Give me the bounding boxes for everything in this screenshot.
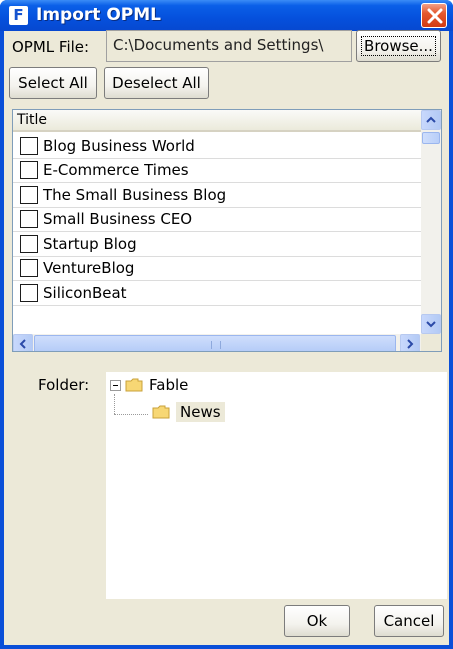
select-all-button[interactable]: Select All	[9, 67, 97, 99]
cancel-button[interactable]: Cancel	[374, 605, 444, 637]
feed-title: Blog Business World	[43, 136, 195, 155]
feed-checkbox[interactable]	[20, 185, 38, 204]
close-icon	[427, 8, 443, 24]
opml-file-field[interactable]: C:\Documents and Settings\	[106, 30, 352, 62]
folder-icon	[152, 405, 170, 419]
collapse-toggle-icon[interactable]	[110, 379, 121, 391]
feed-checkbox[interactable]	[20, 210, 38, 229]
list-item[interactable]: Blog Business World	[13, 134, 421, 159]
list-item[interactable]: SiliconBeat	[13, 281, 421, 306]
browse-button[interactable]: Browse...	[356, 30, 441, 62]
folder-icon	[125, 378, 143, 392]
folder-tree: Fable News	[106, 372, 447, 599]
vertical-scrollbar[interactable]	[421, 110, 441, 334]
feed-title: VentureBlog	[43, 259, 135, 278]
feed-list-rows: Blog Business World E-Commerce Times The…	[13, 134, 421, 334]
tree-node-news[interactable]: News	[152, 402, 225, 422]
folder-label: Folder:	[38, 376, 90, 394]
feed-checkbox[interactable]	[20, 234, 38, 253]
feed-checkbox[interactable]	[20, 136, 38, 155]
scroll-corner	[421, 334, 441, 351]
tree-connector-line	[114, 394, 115, 414]
tree-node-fable[interactable]: Fable	[110, 376, 188, 394]
app-icon: F	[9, 6, 28, 25]
tree-node-label: Fable	[149, 376, 189, 394]
chevron-left-icon	[19, 339, 26, 349]
feed-checkbox[interactable]	[20, 283, 38, 302]
feed-title: The Small Business Blog	[43, 185, 227, 204]
list-item[interactable]: Small Business CEO	[13, 208, 421, 232]
horizontal-scroll-thumb[interactable]	[34, 335, 396, 351]
feed-title: Small Business CEO	[43, 210, 193, 229]
feed-title: Startup Blog	[43, 234, 137, 253]
chevron-right-icon	[407, 339, 414, 349]
feed-title: E-Commerce Times	[43, 161, 189, 180]
opml-file-label: OPML File:	[12, 38, 90, 56]
feed-list: Title Blog Business World E-Commerce Tim…	[12, 109, 442, 352]
feed-checkbox[interactable]	[20, 259, 38, 278]
scroll-up-button[interactable]	[421, 110, 441, 130]
deselect-all-button[interactable]: Deselect All	[104, 67, 209, 99]
chevron-up-icon	[426, 116, 436, 123]
list-item[interactable]: The Small Business Blog	[13, 183, 421, 208]
vertical-scroll-thumb[interactable]	[422, 132, 440, 144]
list-item[interactable]: Startup Blog	[13, 232, 421, 257]
scroll-grip-icon	[211, 341, 221, 349]
feed-title: SiliconBeat	[43, 283, 127, 302]
title-bar[interactable]: F Import OPML	[0, 0, 453, 31]
chevron-down-icon	[426, 321, 436, 328]
close-button[interactable]	[421, 3, 447, 28]
tree-connector-line	[114, 414, 148, 415]
scroll-right-button[interactable]	[400, 334, 420, 351]
feed-checkbox[interactable]	[20, 161, 38, 180]
ok-button[interactable]: Ok	[284, 605, 350, 637]
title-column-header[interactable]: Title	[13, 110, 421, 132]
scroll-left-button[interactable]	[13, 334, 33, 351]
scroll-down-button[interactable]	[421, 314, 441, 334]
browse-button-label: Browse...	[361, 36, 436, 56]
window-title: Import OPML	[36, 5, 161, 25]
tree-node-label: News	[176, 402, 225, 422]
horizontal-scrollbar[interactable]	[13, 334, 421, 351]
list-item[interactable]: E-Commerce Times	[13, 159, 421, 183]
list-item[interactable]: VentureBlog	[13, 257, 421, 281]
